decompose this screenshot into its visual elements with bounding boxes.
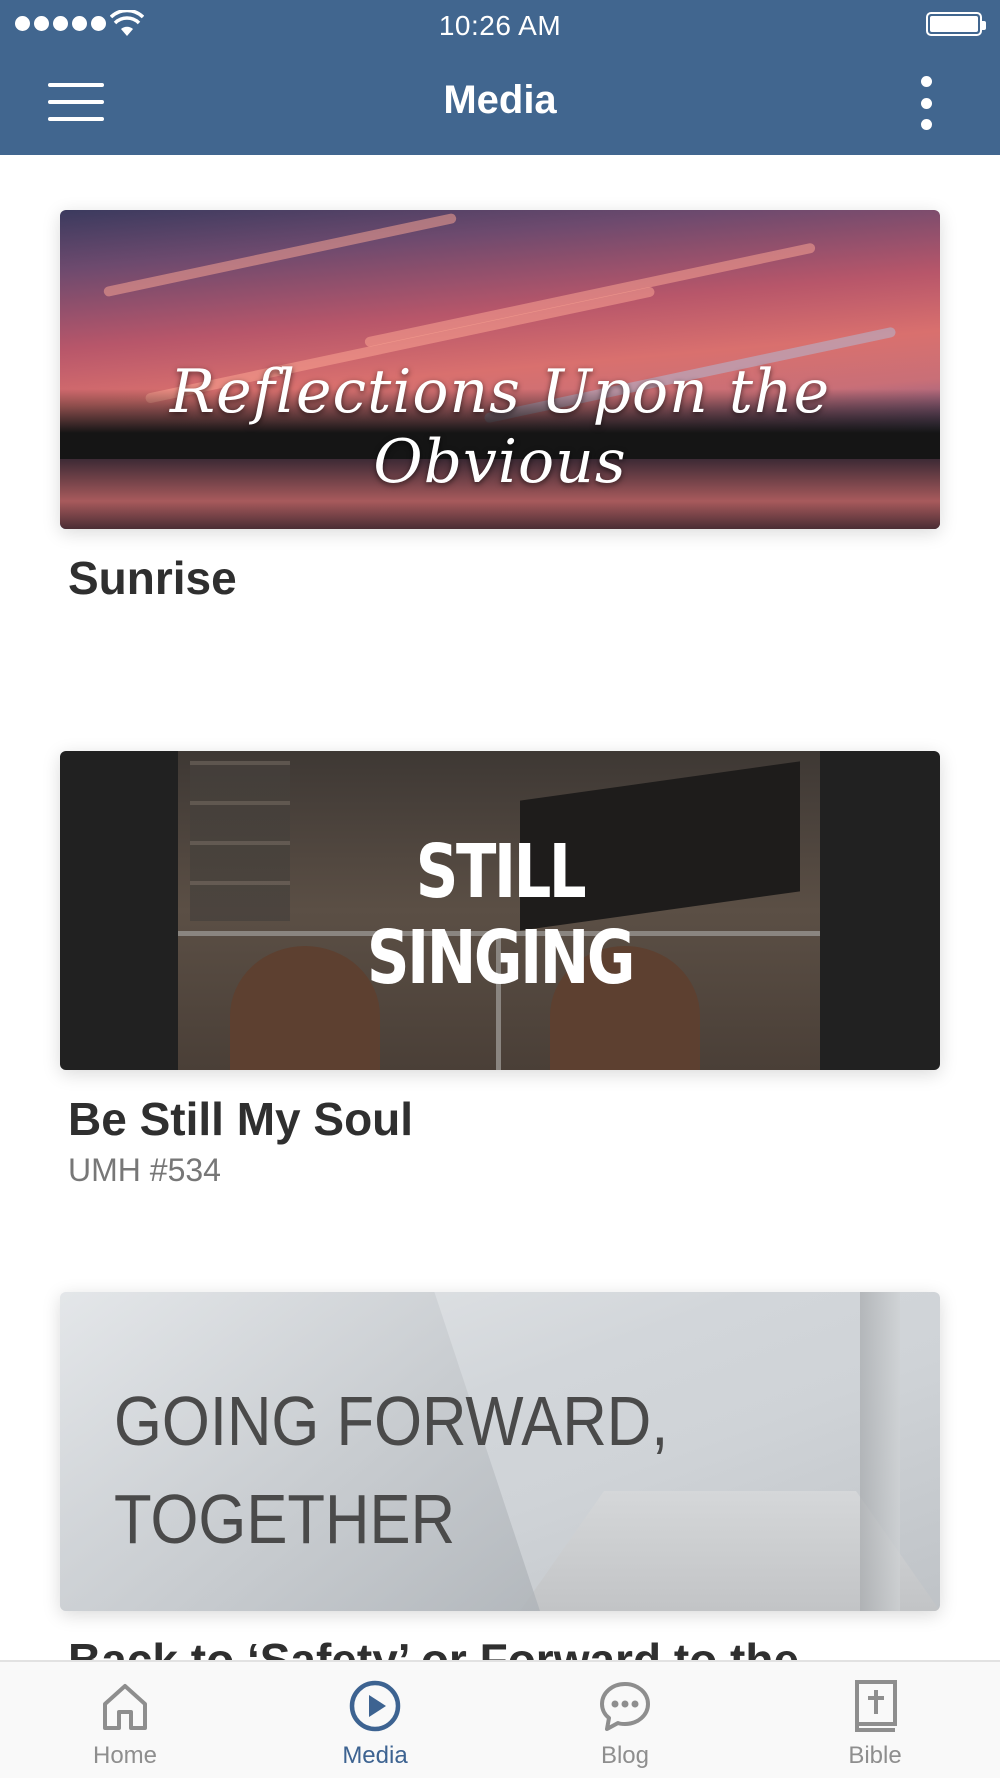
home-icon: [103, 1684, 147, 1730]
media-item-be-still-my-soul[interactable]: STILL SINGING Be Still My Soul UMH #534: [60, 751, 940, 1189]
media-item-subtitle: UMH #534: [68, 1152, 221, 1188]
tab-label: Blog: [600, 1742, 650, 1769]
top-bar: 10:26 AM Media: [0, 0, 1000, 155]
tab-media[interactable]: Media: [250, 1662, 500, 1778]
tab-blog[interactable]: Blog: [500, 1662, 750, 1778]
page-title: Media: [443, 78, 557, 122]
tab-bible[interactable]: Bible: [750, 1662, 1000, 1778]
media-list[interactable]: Reflections Upon the Obvious Sunrise STI…: [0, 155, 1000, 1660]
media-item-title: Back to ‘Safety’ or Forward to the: [68, 1634, 800, 1660]
media-item-title: Sunrise: [68, 552, 237, 604]
tab-label: Bible: [848, 1742, 902, 1769]
more-vertical-icon[interactable]: [914, 76, 938, 130]
media-thumbnail[interactable]: STILL SINGING: [60, 751, 940, 1070]
status-time: 10:26 AM: [438, 10, 562, 41]
status-bar: 10:26 AM: [0, 0, 1000, 50]
nav-bar: Media: [0, 50, 1000, 155]
tab-label: Media: [342, 1742, 408, 1769]
thumbnail-caption: Reflections Upon the Obvious: [169, 357, 831, 497]
thumbnail-caption: STILL SINGING: [366, 829, 636, 1001]
play-circle-icon: [349, 1680, 401, 1732]
bible-icon: [855, 1680, 897, 1732]
chat-bubble-icon: [600, 1682, 650, 1731]
media-item-going-forward[interactable]: GOING FORWARD, TOGETHER Back to ‘Safety’…: [60, 1292, 940, 1660]
tab-home[interactable]: Home: [0, 1662, 250, 1778]
media-item-title: Be Still My Soul: [68, 1093, 414, 1145]
bottom-tab-bar: Home Media Blog Bible: [0, 1660, 1000, 1778]
battery-icon: [926, 12, 986, 36]
thumbnail-caption: GOING FORWARD, TOGETHER: [114, 1382, 669, 1558]
media-item-sunrise[interactable]: Reflections Upon the Obvious Sunrise: [60, 210, 940, 605]
media-thumbnail[interactable]: Reflections Upon the Obvious: [60, 210, 940, 529]
media-thumbnail[interactable]: GOING FORWARD, TOGETHER: [60, 1292, 940, 1611]
tab-label: Home: [92, 1742, 158, 1769]
